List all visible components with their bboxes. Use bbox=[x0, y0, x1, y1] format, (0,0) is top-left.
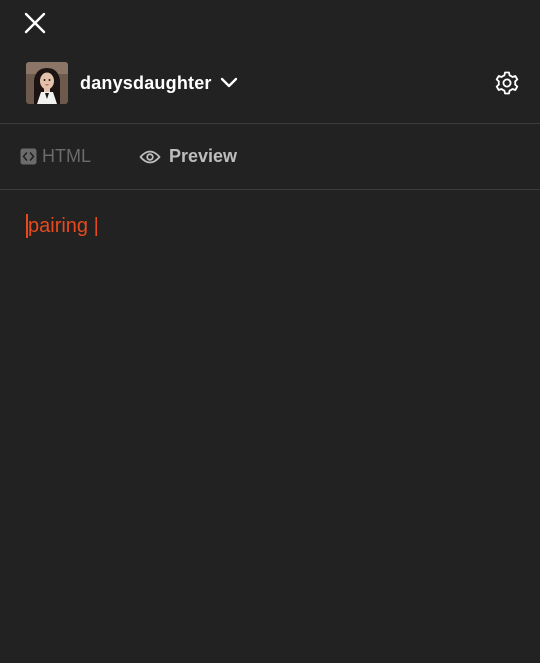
close-icon bbox=[24, 12, 46, 34]
blog-switcher[interactable]: danysdaughter bbox=[80, 68, 238, 98]
chevron-down-icon bbox=[220, 77, 237, 88]
tab-html-label: HTML bbox=[42, 146, 91, 166]
tab-html[interactable]: HTML bbox=[20, 124, 91, 189]
gear-icon bbox=[495, 71, 519, 95]
post-editor[interactable]: pairing | bbox=[0, 190, 540, 663]
blog-name: danysdaughter bbox=[80, 72, 212, 93]
tab-preview[interactable]: Preview bbox=[139, 124, 237, 189]
eye-icon bbox=[139, 150, 161, 163]
editor-text: pairing | bbox=[28, 214, 99, 237]
tab-preview-label: Preview bbox=[169, 146, 238, 166]
avatar[interactable] bbox=[26, 62, 68, 104]
settings-button[interactable] bbox=[494, 70, 520, 96]
code-icon bbox=[20, 148, 37, 165]
editor-tabs: HTML Preview bbox=[0, 124, 540, 189]
editor-line: pairing | bbox=[26, 214, 99, 238]
close-button[interactable] bbox=[22, 10, 48, 36]
blog-row: danysdaughter bbox=[0, 56, 540, 110]
top-bar bbox=[0, 0, 540, 46]
